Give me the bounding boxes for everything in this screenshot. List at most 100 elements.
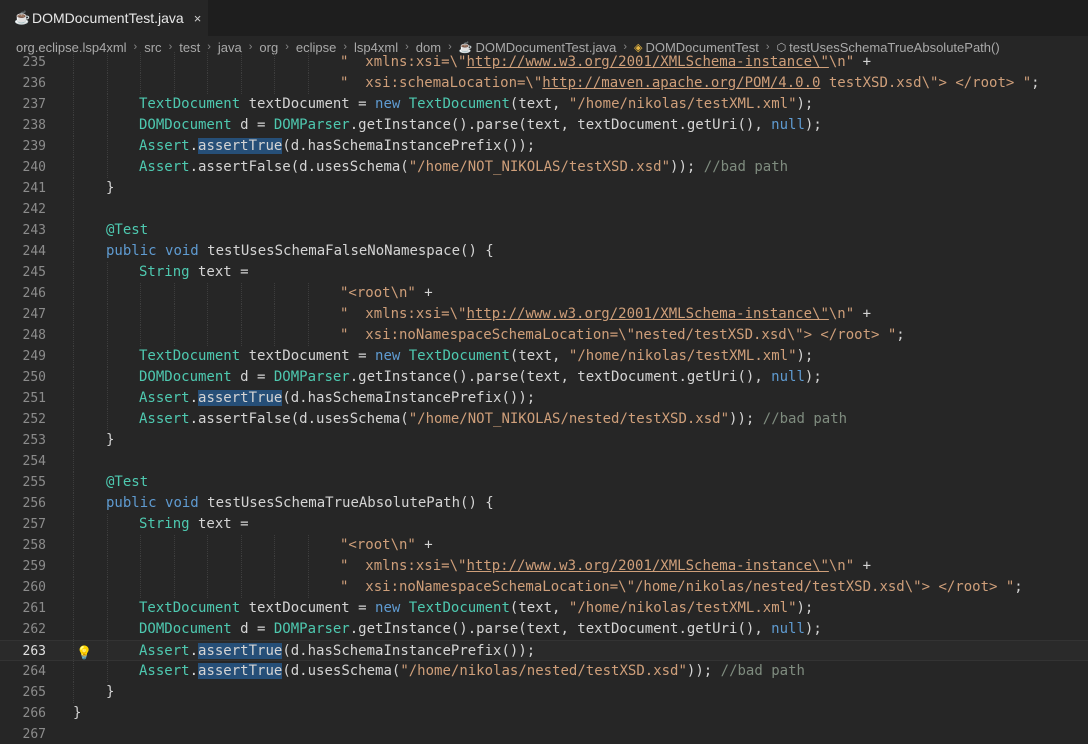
keyword-token: void	[165, 243, 199, 259]
string-token: "<root\n"	[340, 285, 416, 301]
code-text: " xsi:noNamespaceSchemaLocation=\"/home/…	[340, 577, 1023, 598]
indent-guide	[106, 304, 109, 325]
string-token: " xmlns:xsi=\"	[340, 54, 467, 70]
close-icon[interactable]: ×	[194, 11, 202, 26]
code-line[interactable]: 263 💡 Assert.assertTrue(d.hasSchemaInstanc…	[0, 640, 1088, 661]
indent-guide	[274, 283, 276, 304]
code-token: (text,	[509, 600, 569, 616]
indent-guide	[240, 283, 243, 304]
code-line[interactable]: 255 @Test	[0, 472, 1088, 493]
code-line[interactable]: 259 " xmlns:xsi=\"http://www.w3.org/2001/…	[0, 556, 1088, 577]
code-line[interactable]: 247 " xmlns:xsi=\"http://www.w3.org/2001/…	[0, 304, 1088, 325]
code-line[interactable]: 241}	[0, 178, 1088, 199]
tab-domdocumenttest[interactable]: ☕ DOMDocumentTest.java ×	[0, 0, 208, 36]
code-line[interactable]: 257 String text =	[0, 514, 1088, 535]
indent-guide	[140, 556, 142, 577]
url-token: http://www.w3.org/2001/XMLSchema-instanc…	[466, 54, 829, 70]
code-token: ));	[670, 159, 696, 175]
line-number: 261	[22, 601, 46, 616]
code-line[interactable]: 243 @Test	[0, 220, 1088, 241]
code-line[interactable]: 256 public void testUsesSchemaTrueAbsolut…	[0, 493, 1088, 514]
type-token: Assert	[139, 138, 190, 154]
code-line[interactable]: 253}	[0, 430, 1088, 451]
indent-guide	[106, 283, 109, 304]
indent-guide	[173, 535, 176, 556]
code-text: DOMDocument d = DOMParser.getInstance().…	[139, 619, 822, 640]
code-line[interactable]: 240 Assert.assertFalse(d.usesSchema("/hom…	[0, 157, 1088, 178]
type-token: TextDocument	[139, 96, 241, 112]
code-line[interactable]: 266}	[0, 703, 1088, 724]
code-token: +	[854, 558, 872, 574]
code-line[interactable]: 260 " xsi:noNamespaceSchemaLocation=\"/ho…	[0, 577, 1088, 598]
indent-guide	[73, 514, 75, 535]
indent-guide	[73, 304, 75, 325]
indent-guide	[73, 220, 75, 241]
code-line[interactable]: 238 DOMDocument d = DOMParser.getInstance…	[0, 115, 1088, 136]
code-line[interactable]: 250 DOMDocument d = DOMParser.getInstance…	[0, 367, 1088, 388]
indent-guide	[140, 577, 142, 598]
indent-guide	[106, 73, 109, 94]
code-line[interactable]: 251 Assert.assertTrue(d.hasSchemaInstance…	[0, 388, 1088, 409]
code-text: TextDocument textDocument = new TextDocu…	[139, 94, 813, 115]
string-token: "/home/nikolas/testXML.xml"	[568, 348, 797, 364]
type-token: Assert	[139, 643, 190, 659]
code-line[interactable]: 254	[0, 451, 1088, 472]
line-number: 242	[22, 202, 46, 217]
line-number: 262	[22, 622, 46, 637]
code-editor[interactable]: 235 " xmlns:xsi=\"http://www.w3.org/2001/…	[0, 52, 1088, 744]
indent-guide	[73, 325, 75, 346]
code-token: (text,	[509, 96, 569, 112]
indent-guide	[173, 304, 176, 325]
code-line[interactable]: 246 "<root\n" +	[0, 283, 1088, 304]
code-token: textDocument =	[240, 348, 376, 364]
line-number: 257	[22, 517, 46, 532]
type-token: DOMParser	[273, 369, 350, 385]
code-line[interactable]: 252 Assert.assertFalse(d.usesSchema("/hom…	[0, 409, 1088, 430]
code-text: }	[73, 703, 81, 724]
line-number: 263	[22, 644, 46, 659]
code-line[interactable]: 245 String text =	[0, 262, 1088, 283]
code-line[interactable]: 237 TextDocument textDocument = new TextD…	[0, 94, 1088, 115]
code-line[interactable]: 258 "<root\n" +	[0, 535, 1088, 556]
indent-guide	[106, 388, 109, 409]
code-token: +	[854, 54, 872, 70]
code-token: );	[796, 600, 814, 616]
code-line[interactable]: 265}	[0, 682, 1088, 703]
indent-guide	[73, 73, 75, 94]
code-line[interactable]: 248 " xsi:noNamespaceSchemaLocation=\"nes…	[0, 325, 1088, 346]
annotation-token: @Test	[106, 474, 149, 490]
code-line[interactable]: 261 TextDocument textDocument = new TextD…	[0, 598, 1088, 619]
code-line[interactable]: 239 Assert.assertTrue(d.hasSchemaInstance…	[0, 136, 1088, 157]
indent-guide	[73, 682, 75, 703]
code-line[interactable]: 242	[0, 199, 1088, 220]
indent-guide	[173, 52, 176, 73]
indent-guide	[106, 577, 109, 598]
line-number: 267	[22, 727, 46, 742]
indent-guide	[106, 52, 109, 73]
code-token: }	[73, 705, 82, 721]
line-number: 249	[22, 349, 46, 364]
code-line[interactable]: 267	[0, 724, 1088, 744]
indent-guide	[73, 641, 75, 660]
keyword-token: new	[375, 348, 401, 364]
code-token: textDocument =	[240, 600, 376, 616]
code-line[interactable]: 235 " xmlns:xsi=\"http://www.w3.org/2001/…	[0, 52, 1088, 73]
code-line[interactable]: 244 public void testUsesSchemaFalseNoName…	[0, 241, 1088, 262]
code-line[interactable]: 236 " xsi:schemaLocation=\"http://maven.a…	[0, 73, 1088, 94]
indent-guide	[173, 283, 176, 304]
code-text: @Test	[106, 220, 148, 241]
indent-guide	[106, 661, 109, 682]
string-token: "/home/nikolas/testXML.xml"	[568, 96, 797, 112]
indent-guide	[73, 661, 75, 682]
code-token: (d.usesSchema(	[282, 663, 401, 679]
code-token: +	[415, 285, 433, 301]
code-text: Assert.assertTrue(d.usesSchema("/home/ni…	[139, 661, 805, 682]
indent-guide	[274, 535, 276, 556]
code-line[interactable]: 264 Assert.assertTrue(d.usesSchema("/home…	[0, 661, 1088, 682]
code-text: String text =	[139, 262, 249, 283]
code-line[interactable]: 262 DOMDocument d = DOMParser.getInstance…	[0, 619, 1088, 640]
code-line[interactable]: 249 TextDocument textDocument = new TextD…	[0, 346, 1088, 367]
type-token: DOMParser	[273, 621, 350, 637]
